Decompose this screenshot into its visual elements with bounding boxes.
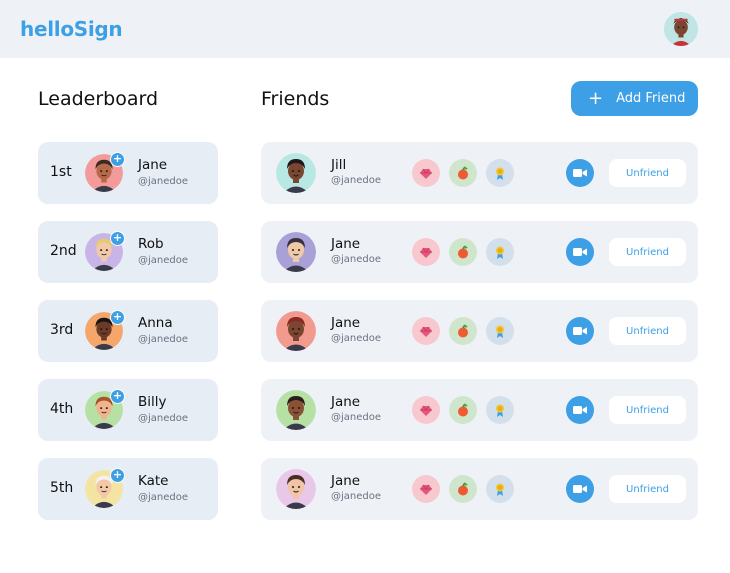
friend-name: Jill: [331, 157, 347, 173]
unfriend-button[interactable]: Unfriend: [609, 396, 686, 424]
leaderboard-rank: 1st: [50, 164, 72, 180]
friend-name: Jane: [331, 394, 361, 410]
leaderboard-entry[interactable]: 4th + Billy @janedoe: [38, 379, 218, 441]
leaderboard-name: Jane: [138, 157, 168, 173]
app-logo[interactable]: helloSign: [20, 17, 123, 41]
unfriend-button[interactable]: Unfriend: [609, 159, 686, 187]
avatar: [276, 153, 316, 193]
video-camera-icon: [573, 248, 587, 256]
video-call-button[interactable]: [566, 238, 594, 266]
user-avatar[interactable]: [664, 12, 698, 46]
leaderboard-name: Anna: [138, 315, 173, 331]
friends-title: Friends: [261, 88, 330, 110]
video-call-button[interactable]: [566, 475, 594, 503]
plus-icon: +: [588, 87, 604, 109]
friend-row: Jane @janedoe Unfriend: [261, 221, 698, 283]
apple-icon: [449, 475, 477, 503]
unfriend-button[interactable]: Unfriend: [609, 238, 686, 266]
friend-handle: @janedoe: [331, 412, 382, 423]
friend-handle: @janedoe: [331, 254, 382, 265]
video-camera-icon: [573, 406, 587, 414]
top-bar: helloSign: [0, 0, 730, 58]
add-friend-badge-icon[interactable]: +: [110, 231, 125, 246]
medal-icon: [486, 396, 514, 424]
add-friend-badge-icon[interactable]: +: [110, 152, 125, 167]
medal-icon: [486, 475, 514, 503]
avatar: [276, 311, 316, 351]
friend-row: Jane @janedoe Unfriend: [261, 300, 698, 362]
friend-name: Jane: [331, 473, 361, 489]
unfriend-button[interactable]: Unfriend: [609, 317, 686, 345]
gem-icon: [412, 317, 440, 345]
leaderboard-rank: 4th: [50, 401, 74, 417]
friend-row: Jane @janedoe Unfriend: [261, 458, 698, 520]
add-friend-badge-icon[interactable]: +: [110, 310, 125, 325]
gem-icon: [412, 238, 440, 266]
video-call-button[interactable]: [566, 317, 594, 345]
add-friend-badge-icon[interactable]: +: [110, 468, 125, 483]
leaderboard-rank: 3rd: [50, 322, 74, 338]
video-call-button[interactable]: [566, 396, 594, 424]
leaderboard-name: Rob: [138, 236, 164, 252]
user-avatar-icon: [664, 12, 698, 46]
video-call-button[interactable]: [566, 159, 594, 187]
leaderboard-entry[interactable]: 2nd + Rob @janedoe: [38, 221, 218, 283]
friend-name: Jane: [331, 315, 361, 331]
friend-handle: @janedoe: [331, 175, 382, 186]
medal-icon: [486, 159, 514, 187]
leaderboard-name: Kate: [138, 473, 169, 489]
leaderboard-entry[interactable]: 5th + Kate @janedoe: [38, 458, 218, 520]
avatar: [276, 232, 316, 272]
friend-row: Jill @janedoe Unfriend: [261, 142, 698, 204]
leaderboard-handle: @janedoe: [138, 255, 189, 266]
gem-icon: [412, 396, 440, 424]
apple-icon: [449, 317, 477, 345]
medal-icon: [486, 317, 514, 345]
friend-handle: @janedoe: [331, 491, 382, 502]
leaderboard-handle: @janedoe: [138, 176, 189, 187]
avatar: [276, 390, 316, 430]
leaderboard-title: Leaderboard: [38, 88, 159, 110]
avatar: [276, 469, 316, 509]
apple-icon: [449, 159, 477, 187]
add-friend-button[interactable]: + Add Friend: [571, 81, 698, 116]
video-camera-icon: [573, 169, 587, 177]
leaderboard-entry[interactable]: 3rd + Anna @janedoe: [38, 300, 218, 362]
video-camera-icon: [573, 485, 587, 493]
video-camera-icon: [573, 327, 587, 335]
add-friend-label: Add Friend: [616, 91, 686, 106]
gem-icon: [412, 475, 440, 503]
leaderboard-name: Billy: [138, 394, 167, 410]
leaderboard-handle: @janedoe: [138, 413, 189, 424]
leaderboard-handle: @janedoe: [138, 334, 189, 345]
apple-icon: [449, 396, 477, 424]
leaderboard-handle: @janedoe: [138, 492, 189, 503]
medal-icon: [486, 238, 514, 266]
friend-handle: @janedoe: [331, 333, 382, 344]
gem-icon: [412, 159, 440, 187]
leaderboard-rank: 2nd: [50, 243, 77, 259]
apple-icon: [449, 238, 477, 266]
leaderboard-entry[interactable]: 1st + Jane @janedoe: [38, 142, 218, 204]
friend-row: Jane @janedoe Unfriend: [261, 379, 698, 441]
leaderboard-rank: 5th: [50, 480, 74, 496]
unfriend-button[interactable]: Unfriend: [609, 475, 686, 503]
friend-name: Jane: [331, 236, 361, 252]
add-friend-badge-icon[interactable]: +: [110, 389, 125, 404]
